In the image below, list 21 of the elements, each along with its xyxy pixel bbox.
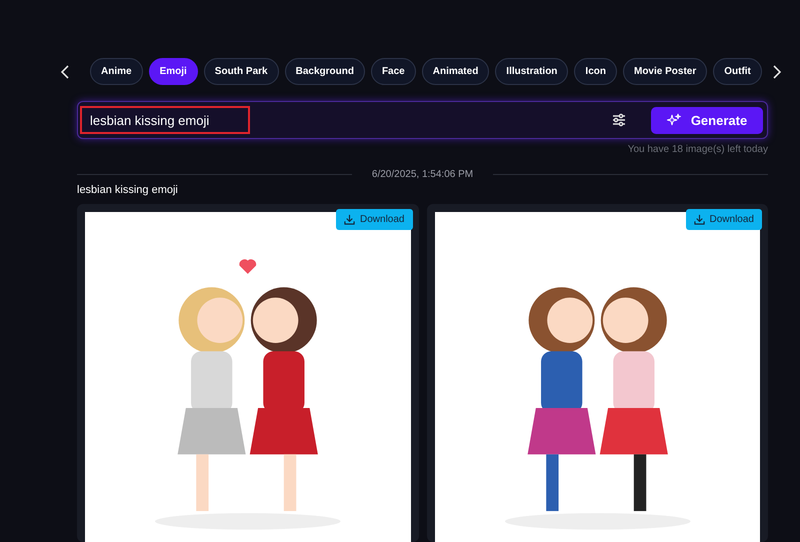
category-tab[interactable]: Movie Poster (622, 58, 708, 85)
quota-text: You have 18 image(s) left today (628, 144, 768, 155)
download-button[interactable]: Download (686, 209, 762, 230)
category-tab[interactable]: Outfit (713, 58, 762, 85)
category-tab[interactable]: Anime (90, 58, 143, 85)
prompt-field[interactable]: lesbian kissing emoji (80, 106, 250, 134)
category-tab[interactable]: Background (284, 58, 365, 85)
download-icon (694, 214, 705, 225)
download-button[interactable]: Download (336, 209, 412, 230)
download-icon (344, 214, 356, 225)
category-tab[interactable]: Illustration (495, 58, 568, 85)
category-tab[interactable]: Icon (574, 58, 617, 85)
sparkle-icon (666, 113, 681, 127)
generate-button[interactable]: Generate (651, 106, 763, 134)
prompt-text: lesbian kissing emoji (77, 184, 179, 196)
category-tab[interactable]: Emoji (148, 58, 198, 85)
category-tab[interactable]: South Park (204, 58, 279, 85)
timestamp: 6/20/2025, 1:54:06 PM (372, 169, 474, 180)
category-tab[interactable]: Face (370, 58, 416, 85)
category-tab[interactable]: Animated (422, 58, 490, 85)
settings-icon[interactable] (611, 112, 627, 128)
